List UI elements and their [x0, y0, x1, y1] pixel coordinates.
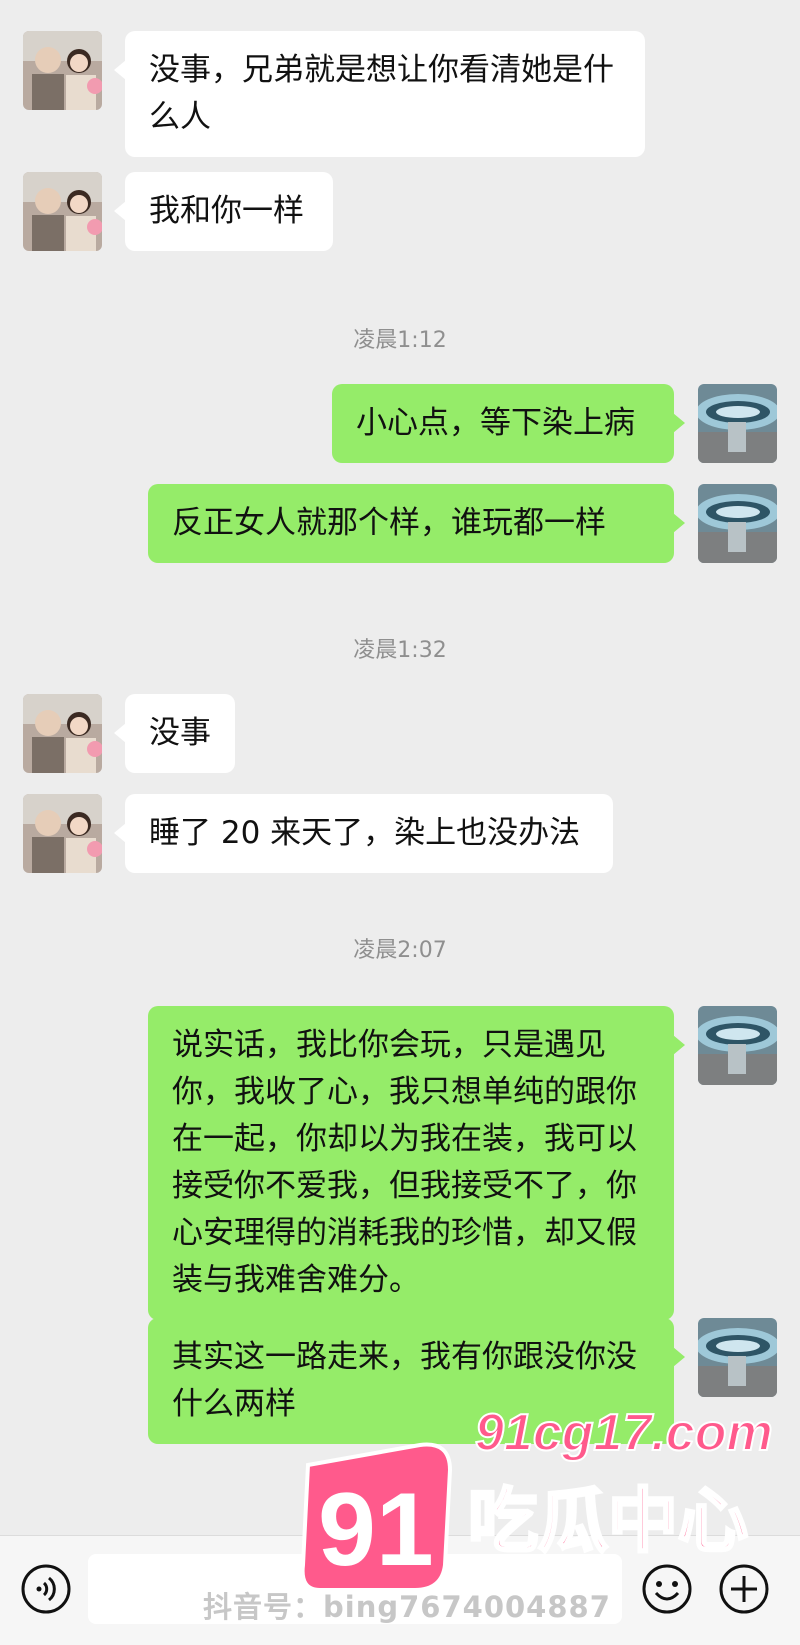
timestamp: 凌晨2:07 — [353, 938, 447, 963]
message-bubble[interactable]: 睡了 20 来天了，染上也没办法 — [114, 794, 613, 873]
timestamp: 凌晨1:12 — [353, 328, 447, 353]
plus-icon[interactable] — [718, 1563, 770, 1615]
contact-avatar[interactable] — [23, 694, 102, 773]
message-bubble[interactable]: 小心点，等下染上病 — [332, 384, 685, 463]
timestamp: 凌晨1:32 — [353, 638, 447, 663]
emoji-icon[interactable] — [641, 1563, 693, 1615]
message-bubble[interactable]: 说实话，我比你会玩，只是遇见你，我收了心，我只想单纯的跟你在一起，你却以为我在装… — [148, 1006, 685, 1320]
douyin-watermark: 抖音号：bing7674004887 — [203, 1590, 611, 1624]
contact-avatar[interactable] — [23, 172, 102, 251]
my-avatar[interactable] — [698, 1318, 777, 1397]
message-bubble[interactable]: 没事，兄弟就是想让你看清她是什么人 — [114, 31, 645, 157]
my-avatar[interactable] — [698, 484, 777, 563]
message-bubble[interactable]: 没事 — [114, 694, 235, 773]
contact-avatar[interactable] — [23, 794, 102, 873]
message-bubble[interactable]: 其实这一路走来，我有你跟没你没什么两样 — [148, 1318, 685, 1444]
chat-message-list[interactable]: 没事，兄弟就是想让你看清她是什么人 我和你一样 凌晨1:12 小心点，等下染上病… — [0, 0, 800, 1535]
message-bubble[interactable]: 我和你一样 — [114, 172, 333, 251]
my-avatar[interactable] — [698, 1006, 777, 1085]
message-bubble[interactable]: 反正女人就那个样，谁玩都一样 — [148, 484, 685, 563]
contact-avatar[interactable] — [23, 31, 102, 110]
input-toolbar: 抖音号：bing7674004887 — [0, 1535, 800, 1645]
voice-icon[interactable] — [20, 1563, 72, 1615]
my-avatar[interactable] — [698, 384, 777, 463]
